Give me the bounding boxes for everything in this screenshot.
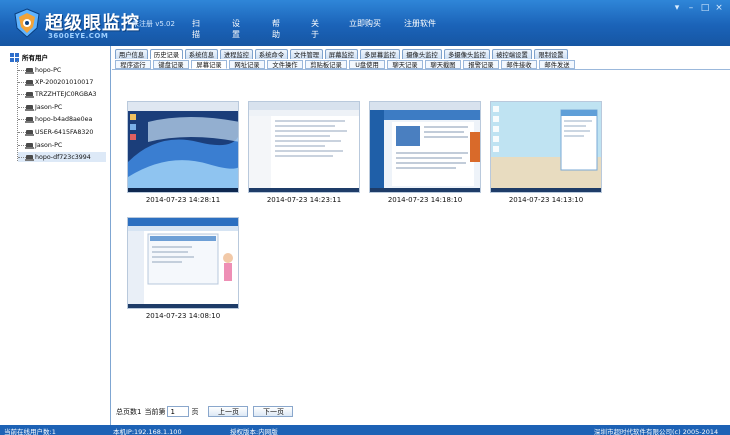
- next-page-button[interactable]: 下一页: [253, 406, 294, 417]
- menu-settings[interactable]: 设 置: [232, 18, 240, 40]
- computer-icon: [25, 104, 34, 111]
- copyright: 深圳市超时代软件有限公司(c) 2005-2014: [594, 428, 719, 435]
- tab-multi-screen[interactable]: 多屏幕监控: [360, 49, 400, 59]
- subtab-chat-screenshot[interactable]: 聊天截图: [425, 60, 461, 69]
- page-number-input[interactable]: [167, 406, 190, 417]
- tab-multi-camera[interactable]: 多摄像头监控: [444, 49, 490, 59]
- tab-file-manager[interactable]: 文件管理: [290, 49, 323, 59]
- tree-item-label: hopo-PC: [35, 66, 62, 74]
- subtab-clipboard[interactable]: 剪贴板记录: [305, 60, 347, 69]
- screenshot-image[interactable]: [127, 101, 239, 193]
- computer-icon: [25, 129, 34, 136]
- minimize-icon[interactable]: –: [684, 3, 698, 13]
- history-subtabs: 程序运行 键盘记录 屏幕记录 网址记录 文件操作 剪贴板记录 U盘使用 聊天记录…: [115, 60, 577, 69]
- app-subtitle: 3600EYE.COM: [48, 32, 109, 40]
- tree-item-label: hopo-b4ad8ae0ea: [35, 115, 93, 123]
- screenshot-timestamp: 2014-07-23 14:08:10: [145, 312, 221, 320]
- prev-page-button[interactable]: 上一页: [208, 406, 249, 417]
- tree-item[interactable]: hopo-PC: [18, 65, 61, 75]
- tree-item[interactable]: TRZZHTEJC0RGBA3: [18, 89, 97, 99]
- tab-process-monitor[interactable]: 进程监控: [220, 49, 253, 59]
- tree-item[interactable]: USER-6415FA8320: [18, 127, 93, 137]
- subtab-screen-record[interactable]: 屏幕记录: [191, 60, 227, 69]
- screenshot-timestamp: 2014-07-23 14:28:11: [145, 196, 221, 204]
- computer-icon: [25, 91, 34, 98]
- subtab-mail-receive[interactable]: 邮件接收: [501, 60, 537, 69]
- tree-item-selected[interactable]: hopo-df723c3994: [18, 152, 106, 162]
- title-bar: 超级眼监控 3600EYE.COM 未注册 v5.02 扫 描 设 置 帮 助 …: [0, 0, 730, 46]
- subtab-keyboard[interactable]: 键盘记录: [153, 60, 189, 69]
- tab-user-info[interactable]: 用户信息: [115, 49, 148, 59]
- pagination: 总页数1 当前第 页 上一页 下一页: [116, 406, 294, 417]
- registration-status: 未注册 v5.02: [132, 20, 175, 28]
- subtab-chat-log[interactable]: 聊天记录: [387, 60, 423, 69]
- tab-client-settings[interactable]: 被控端设置: [492, 49, 532, 59]
- subtab-mail-send[interactable]: 邮件发送: [539, 60, 575, 69]
- tree-item[interactable]: hopo-b4ad8ae0ea: [18, 114, 92, 124]
- tree-item-label: TRZZHTEJC0RGBA3: [35, 90, 97, 98]
- screenshot-image[interactable]: [490, 101, 602, 193]
- subtab-file-ops[interactable]: 文件操作: [267, 60, 303, 69]
- computer-icon: [25, 116, 34, 123]
- tree-item-label: Jason-PC: [35, 103, 63, 111]
- user-tree-panel: 所有用户 hopo-PC XP-200201010017 TRZZHTEJC0R…: [0, 46, 111, 425]
- tab-system-info[interactable]: 系统信息: [185, 49, 218, 59]
- dropdown-icon[interactable]: ▾: [670, 3, 684, 13]
- computer-icon: [25, 154, 34, 161]
- screenshot-image[interactable]: [369, 101, 481, 193]
- subtab-usb[interactable]: U盘使用: [349, 60, 385, 69]
- menu-help[interactable]: 帮 助: [272, 18, 280, 40]
- tab-system-command[interactable]: 系统命令: [255, 49, 288, 59]
- close-icon[interactable]: ×: [712, 3, 726, 13]
- tree-item-label: XP-200201010017: [35, 78, 94, 86]
- tab-camera[interactable]: 摄像头监控: [402, 49, 442, 59]
- subtab-url[interactable]: 网址记录: [229, 60, 265, 69]
- local-ip: 本机IP:192.168.1.100: [113, 428, 182, 435]
- screenshot-image[interactable]: [127, 217, 239, 309]
- maximize-icon[interactable]: □: [698, 3, 712, 13]
- current-page-label: 当前第: [144, 407, 166, 416]
- screenshot-timestamp: 2014-07-23 14:18:10: [387, 196, 463, 204]
- computer-icon: [25, 142, 34, 149]
- page-unit-label: 页: [191, 407, 199, 416]
- screenshot-image[interactable]: [248, 101, 360, 193]
- tree-item-label: USER-6415FA8320: [35, 128, 94, 136]
- logo-shield-icon: [14, 8, 40, 38]
- menu-scan[interactable]: 扫 描: [192, 18, 200, 40]
- screenshot-timestamp: 2014-07-23 14:13:10: [508, 196, 584, 204]
- main-tabs: 用户信息 历史记录 系统信息 进程监控 系统命令 文件管理 屏幕监控 多屏幕监控…: [115, 49, 570, 59]
- online-users-count: 当前在线用户数:1: [4, 428, 56, 435]
- status-bar: 当前在线用户数:1 本机IP:192.168.1.100 授权版本:内网版 深圳…: [0, 425, 730, 435]
- tab-screen-monitor[interactable]: 屏幕监控: [325, 49, 358, 59]
- menu-register[interactable]: 注册软件: [404, 18, 436, 29]
- menu-buy[interactable]: 立即购买: [349, 18, 381, 29]
- tree-item[interactable]: Jason-PC: [18, 140, 62, 150]
- computer-icon: [25, 79, 34, 86]
- tree-item-label: hopo-df723c3994: [35, 153, 91, 161]
- subtab-program-run[interactable]: 程序运行: [115, 60, 151, 69]
- tree-root-label: 所有用户: [22, 54, 48, 62]
- window-controls: ▾ – □ ×: [670, 3, 726, 13]
- subtab-alarm[interactable]: 报警记录: [463, 60, 499, 69]
- tree-item[interactable]: XP-200201010017: [18, 77, 93, 87]
- license-version: 授权版本:内网版: [230, 428, 278, 435]
- total-pages-label: 总页数1: [116, 407, 142, 416]
- tree-item[interactable]: Jason-PC: [18, 102, 62, 112]
- screenshot-timestamp: 2014-07-23 14:23:11: [266, 196, 342, 204]
- tab-history[interactable]: 历史记录: [150, 49, 183, 59]
- screenshot-gallery: 2014-07-23 14:28:11 2014-07-23 14:23:11: [112, 70, 730, 425]
- tree-item-label: Jason-PC: [35, 141, 63, 149]
- menu-about[interactable]: 关 于: [311, 18, 319, 40]
- tree-root[interactable]: 所有用户: [10, 52, 48, 62]
- computer-icon: [25, 67, 34, 74]
- tab-restrictions[interactable]: 限制设置: [534, 49, 568, 59]
